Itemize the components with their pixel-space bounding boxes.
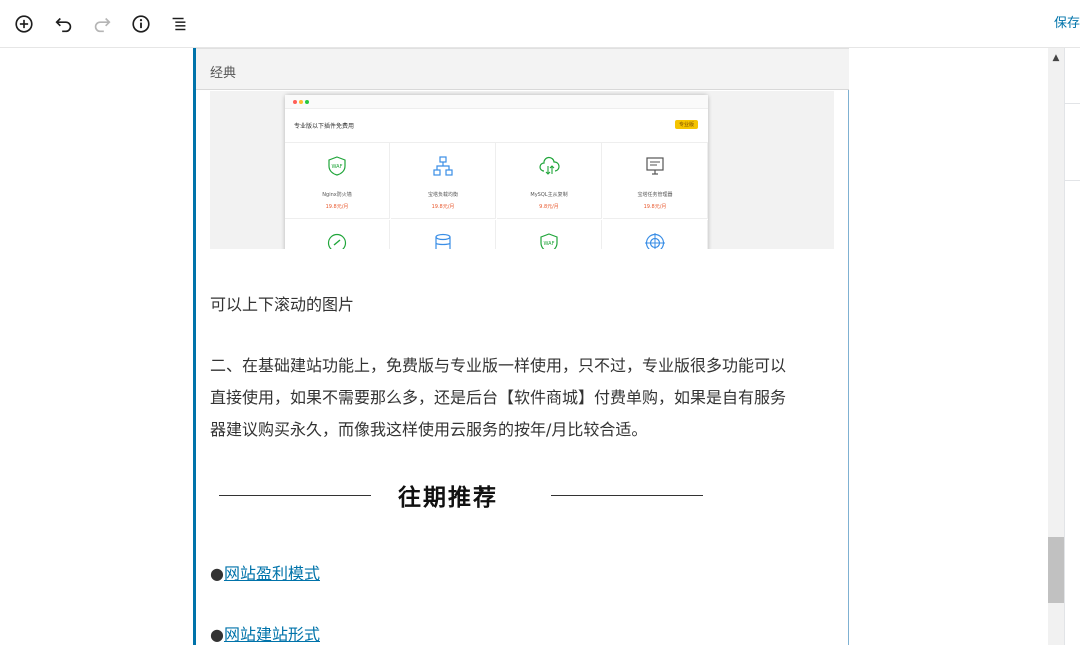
preview-title: 专业版以下插件免费用 <box>294 123 355 130</box>
cloud-sync-icon <box>539 156 560 175</box>
pro-badge: 专业版 <box>674 120 698 129</box>
waf-shield-icon: WAF <box>540 233 558 249</box>
redo-icon <box>94 17 111 33</box>
list-item: ●网站建站形式 <box>210 621 320 645</box>
image-caption: 可以上下滚动的图片 <box>210 295 355 314</box>
info-icon <box>132 15 150 33</box>
plugin-price: 9.8元/月 <box>539 204 559 210</box>
database-icon <box>435 233 451 249</box>
bullet: ● <box>210 564 224 583</box>
preview-header: 专业版以下插件免费用 专业版 <box>285 109 708 143</box>
plugin-card <box>603 220 708 249</box>
classic-block[interactable]: 经典 专业版以下插件免费用 专业版 WAF Nginx防火墙 19.8元/月 宝塔负载… <box>193 48 849 645</box>
preview-window: 专业版以下插件免费用 专业版 WAF Nginx防火墙 19.8元/月 宝塔负载均衡 1… <box>285 95 708 249</box>
undo-button[interactable] <box>46 6 82 42</box>
svg-text:WAF: WAF <box>544 241 555 247</box>
plugin-card: 宝塔任务管理器 19.8元/月 <box>603 143 708 219</box>
sidebar-divider <box>1065 180 1080 181</box>
outline-icon <box>172 17 186 31</box>
classic-block-label: 经典 <box>210 66 237 81</box>
network-icon <box>433 156 453 176</box>
scrollable-image[interactable]: 专业版以下插件免费用 专业版 WAF Nginx防火墙 19.8元/月 宝塔负载均衡 1… <box>210 91 834 249</box>
scroll-thumb[interactable] <box>1048 537 1064 603</box>
section-heading: 往期推荐 <box>398 485 498 511</box>
plugin-card: 宝塔负载均衡 19.8元/月 <box>391 143 496 219</box>
plugin-name: 宝塔任务管理器 <box>637 192 673 198</box>
outline-button[interactable] <box>161 6 197 42</box>
monitor-icon <box>646 157 664 175</box>
save-button[interactable]: 保存 <box>1054 12 1080 31</box>
link-circle-icon <box>327 233 347 249</box>
list-item: ●网站盈利模式 <box>210 560 320 584</box>
undo-icon <box>55 17 72 33</box>
add-block-icon <box>15 15 33 33</box>
plugin-price: 19.8元/月 <box>431 204 455 210</box>
related-link[interactable]: 网站盈利模式 <box>224 564 320 583</box>
body-paragraph-line-1: 二、在基础建站功能上，免费版与专业版一样使用，只不过，专业版很多功能可以 <box>210 356 787 375</box>
heading-divider-right <box>551 495 703 496</box>
plugin-name: MySQL主从复制 <box>530 192 568 198</box>
plugin-card: WAF <box>497 220 602 249</box>
plugin-card: WAF Nginx防火墙 19.8元/月 <box>285 143 390 219</box>
classic-block-header[interactable]: 经典 <box>196 48 849 90</box>
close-dot-icon <box>293 100 297 104</box>
editor-scrollbar[interactable]: ▲ <box>1048 48 1064 645</box>
plugin-card <box>391 220 496 249</box>
plugin-card: MySQL主从复制 9.8元/月 <box>497 143 602 219</box>
body-paragraph-line-2: 直接使用，如果不需要那么多，还是后台【软件商城】付费单购，如果是自有服务 <box>210 388 787 407</box>
plugin-price: 19.8元/月 <box>643 204 667 210</box>
editor-canvas: 经典 专业版以下插件免费用 专业版 WAF Nginx防火墙 19.8元/月 宝塔负载… <box>0 48 1048 645</box>
editor-toolbar: 保存 <box>0 0 1080 48</box>
related-link[interactable]: 网站建站形式 <box>224 625 320 644</box>
plugin-name: 宝塔负载均衡 <box>427 192 458 198</box>
settings-sidebar-edge <box>1064 48 1080 645</box>
svg-text:WAF: WAF <box>332 164 343 170</box>
target-icon <box>645 233 665 249</box>
plugin-name: Nginx防火墙 <box>322 192 352 198</box>
sidebar-divider <box>1065 103 1080 104</box>
minimize-dot-icon <box>299 100 303 104</box>
redo-button[interactable] <box>84 6 120 42</box>
waf-shield-icon: WAF <box>328 156 346 176</box>
plugin-price: 19.8元/月 <box>325 204 349 210</box>
maximize-dot-icon <box>305 100 309 104</box>
preview-window-bar <box>285 95 708 109</box>
bullet: ● <box>210 625 224 644</box>
info-button[interactable] <box>123 6 159 42</box>
plugin-card <box>285 220 390 249</box>
add-block-button[interactable] <box>6 6 42 42</box>
scroll-up-arrow-icon[interactable]: ▲ <box>1048 48 1064 68</box>
body-paragraph-line-3: 器建议购买永久，而像我这样使用云服务的按年/月比较合适。 <box>210 420 648 439</box>
heading-divider-left <box>219 495 371 496</box>
